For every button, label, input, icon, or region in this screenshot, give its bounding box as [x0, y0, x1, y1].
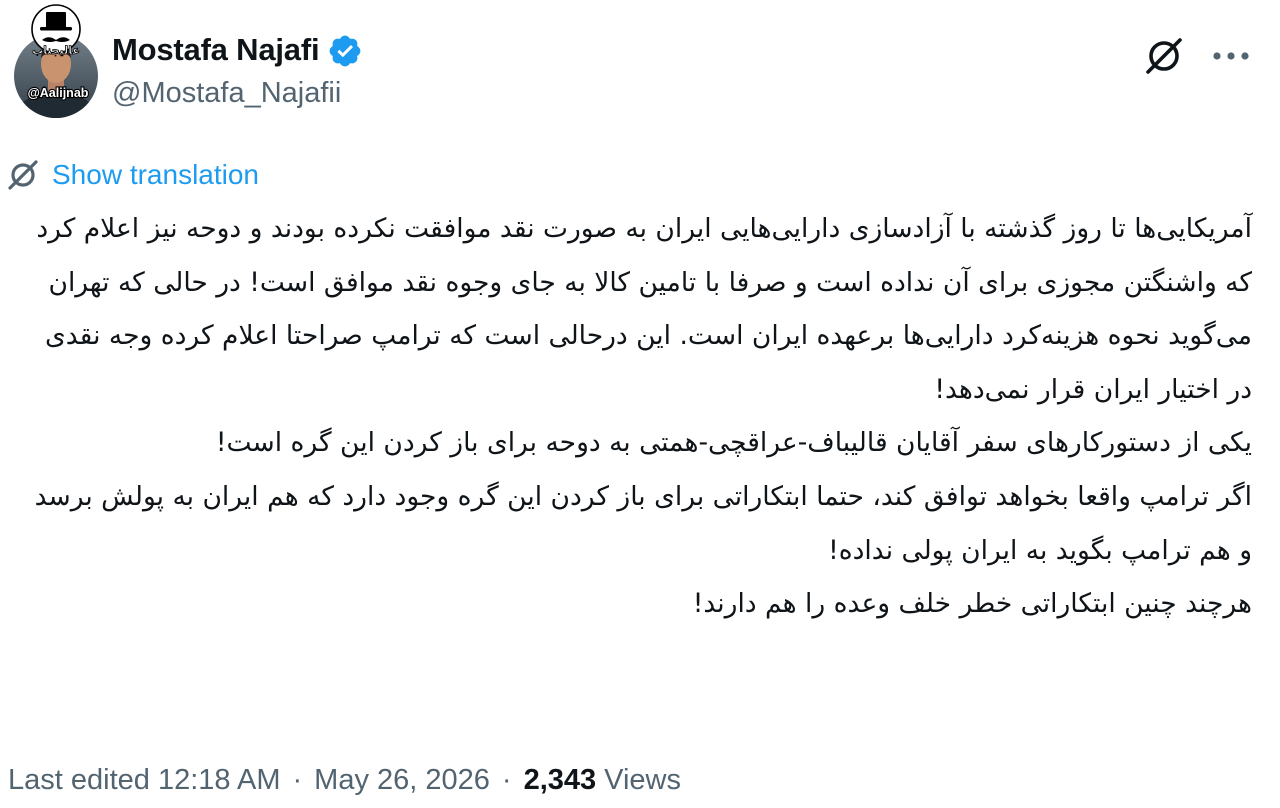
- meta-separator: ·: [292, 764, 303, 796]
- show-translation-label[interactable]: Show translation: [52, 159, 259, 191]
- header-actions: [1142, 34, 1250, 78]
- tweet-paragraph: آمریکایی‌ها تا روز گذشته با آزادسازی دار…: [36, 213, 1252, 405]
- avatar[interactable]: عالیجناب @Aalijnab: [4, 2, 108, 118]
- tweet-view: عالیجناب @Aalijnab Mostafa Najafi @Mosta…: [0, 0, 1280, 808]
- author-name[interactable]: Mostafa Najafi: [112, 28, 363, 72]
- tweet-text: آمریکایی‌ها تا روز گذشته با آزادسازی دار…: [14, 202, 1252, 631]
- translate-icon: [8, 160, 38, 190]
- tweet-meta: Last edited 12:18 AM · May 26, 2026 · 2,…: [8, 764, 681, 797]
- date-link[interactable]: May 26, 2026: [314, 764, 490, 797]
- meta-separator: ·: [501, 764, 512, 796]
- views-label: Views: [604, 764, 681, 796]
- show-translation-button[interactable]: Show translation: [6, 157, 259, 193]
- views-count: 2,343: [523, 764, 597, 796]
- more-options-icon[interactable]: [1212, 50, 1250, 62]
- verified-badge-icon: [329, 35, 361, 67]
- edited-timestamp-link[interactable]: Last edited 12:18 AM: [8, 764, 280, 797]
- tweet-paragraph: یکی از دستورکارهای سفر آقایان قالیباف-عر…: [215, 427, 1252, 459]
- display-name[interactable]: Mostafa Najafi: [112, 32, 320, 68]
- grok-icon[interactable]: [1142, 34, 1186, 78]
- svg-text:@Aalijnab: @Aalijnab: [28, 86, 89, 100]
- svg-text:عالیجناب: عالیجناب: [32, 44, 80, 57]
- author-handle[interactable]: @Mostafa_Najafii: [112, 77, 341, 110]
- tweet-paragraph: هرچند چنین ابتکاراتی خطر خلف وعده را هم …: [692, 588, 1252, 620]
- tweet-paragraph: اگر ترامپ واقعا بخواهد توافق کند، حتما ا…: [34, 480, 1252, 566]
